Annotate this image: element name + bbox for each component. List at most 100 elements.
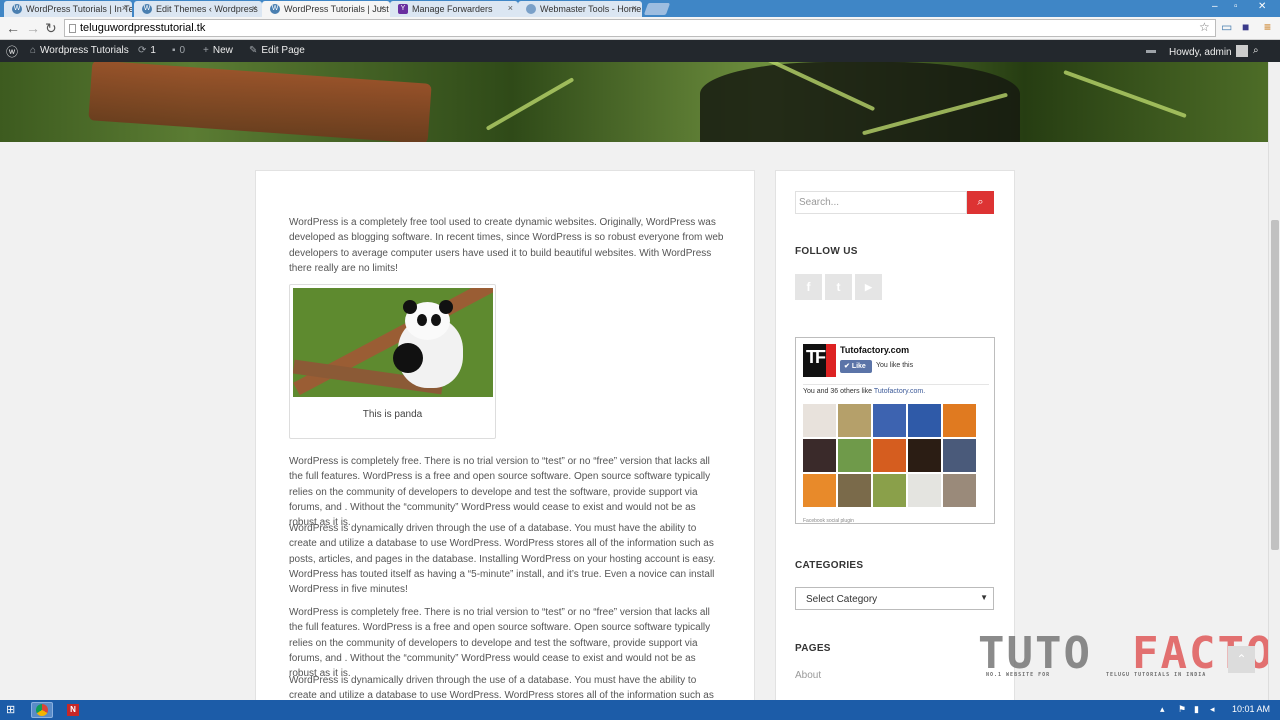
browser-tab[interactable]: W WordPress Tutorials | In Te × xyxy=(4,1,132,17)
tab-close-icon[interactable]: × xyxy=(122,3,127,13)
fb-like-button[interactable]: ✔ Like xyxy=(840,360,872,373)
tray-flag-icon[interactable]: ⚑ xyxy=(1178,704,1186,715)
updates-count: 1 xyxy=(150,45,156,56)
panda-eye xyxy=(431,314,441,326)
friend-avatar[interactable] xyxy=(943,439,976,472)
search-icon[interactable]: ⌕ xyxy=(1253,45,1259,56)
updates-link[interactable]: ⟳ 1 xyxy=(138,45,156,56)
fb-others-prefix: You and 36 others like xyxy=(803,388,874,395)
tutofactory-logo: TF xyxy=(803,344,836,377)
tab-label: Edit Themes ‹ Wordpress xyxy=(156,4,258,14)
vertical-scrollbar[interactable] xyxy=(1268,62,1280,700)
back-arrow-icon[interactable]: ← xyxy=(6,20,20,36)
category-select[interactable]: Select Category ▼ xyxy=(795,587,994,610)
windows-taskbar: ⊞ N ▴ ⚑ ▮ ◂ 10:01 AM xyxy=(0,700,1280,720)
friend-avatar[interactable] xyxy=(803,404,836,437)
tab-label: WordPress Tutorials | In Te xyxy=(26,4,132,14)
new-label: New xyxy=(212,45,233,56)
address-bar[interactable]: teluguwordpresstutorial.tk xyxy=(64,19,1216,37)
friend-avatar[interactable] xyxy=(908,404,941,437)
fb-page-name[interactable]: Tutofactory.com xyxy=(840,345,909,355)
friend-avatar[interactable] xyxy=(838,404,871,437)
facebook-icon[interactable]: f xyxy=(795,274,822,300)
yahoo-icon: Y xyxy=(398,4,408,14)
wp-admin-bar: ⓦ ⌂ Wordpress Tutorials ⟳ 1 ▪ 0 + New ✎ Edit … xyxy=(0,40,1280,62)
friend-avatar[interactable] xyxy=(838,439,871,472)
content-paragraph: WordPress is dynamically driven through … xyxy=(289,523,716,596)
scroll-to-top-button[interactable]: ⌃ xyxy=(1228,646,1255,673)
new-tab-button[interactable] xyxy=(643,3,671,15)
site-name-link[interactable]: ⌂ Wordpress Tutorials xyxy=(30,45,129,56)
tray-arrow-icon[interactable]: ▴ xyxy=(1160,704,1165,715)
tab-close-icon[interactable]: × xyxy=(632,3,637,13)
scrollbar-thumb[interactable] xyxy=(1271,220,1279,550)
search-button[interactable]: ⌕ xyxy=(967,191,994,214)
fb-like-label: Like xyxy=(851,363,866,370)
windows-start-icon[interactable]: ⊞ xyxy=(6,703,15,716)
friend-avatar[interactable] xyxy=(873,404,906,437)
fb-others-site[interactable]: Tutofactory.com. xyxy=(874,388,925,395)
search-input[interactable]: Search... xyxy=(795,191,967,214)
header-log xyxy=(88,62,432,142)
tab-close-icon[interactable]: × xyxy=(508,3,513,13)
forward-arrow-icon[interactable]: → xyxy=(26,20,40,36)
divider xyxy=(803,384,989,385)
edit-page-link[interactable]: ✎ Edit Page xyxy=(249,45,305,56)
extension-icon-2[interactable]: ■ xyxy=(1242,20,1249,34)
follow-us-title: FOLLOW US xyxy=(795,246,858,257)
search-icon: ⌕ xyxy=(977,196,984,208)
close-window-icon[interactable]: ✕ xyxy=(1258,1,1266,12)
friend-avatar[interactable] xyxy=(873,439,906,472)
friend-avatar[interactable] xyxy=(908,474,941,507)
header-image xyxy=(0,62,1280,142)
bookmark-star-icon[interactable]: ☆ xyxy=(1199,20,1210,34)
friend-avatar[interactable] xyxy=(908,439,941,472)
friend-avatar[interactable] xyxy=(943,474,976,507)
browser-tab[interactable]: Y Manage Forwarders × xyxy=(390,1,518,17)
header-leaf xyxy=(1063,69,1187,119)
browser-tab-active[interactable]: W WordPress Tutorials | Just × xyxy=(262,1,390,17)
new-content-link[interactable]: + New xyxy=(203,45,233,56)
extension-icon[interactable]: ▭ xyxy=(1221,20,1232,34)
chrome-icon xyxy=(36,704,48,716)
friend-avatar[interactable] xyxy=(873,474,906,507)
friend-avatar[interactable] xyxy=(838,474,871,507)
notification-icon[interactable]: ▬ xyxy=(1146,45,1156,56)
minimize-icon[interactable]: – xyxy=(1212,1,1218,12)
wordpress-icon: W xyxy=(270,4,280,14)
content-paragraph: WordPress is completely free. There is n… xyxy=(289,607,711,680)
content-paragraph: WordPress is completely free. There is n… xyxy=(289,456,711,529)
pages-title: PAGES xyxy=(795,643,831,654)
plus-icon: + xyxy=(203,45,209,56)
menu-icon[interactable]: ≡ xyxy=(1264,20,1271,34)
friend-avatar[interactable] xyxy=(803,474,836,507)
panda-image xyxy=(293,288,493,397)
youtube-icon[interactable]: ▶ xyxy=(855,274,882,300)
site-name: Wordpress Tutorials xyxy=(40,45,129,56)
wordpress-logo-icon[interactable]: ⓦ xyxy=(6,43,18,60)
app-taskbar-icon[interactable]: N xyxy=(62,702,84,718)
chrome-taskbar-icon[interactable] xyxy=(31,702,53,718)
fb-others-text: You and 36 others like Tutofactory.com. xyxy=(803,388,925,395)
restore-icon[interactable]: ▫ xyxy=(1234,1,1238,12)
comments-link[interactable]: ▪ 0 xyxy=(172,45,185,56)
browser-tab[interactable]: W Edit Themes ‹ Wordpress × xyxy=(134,1,262,17)
account-menu[interactable]: Howdy, admin xyxy=(1169,45,1248,58)
friend-avatar[interactable] xyxy=(803,439,836,472)
friend-avatar[interactable] xyxy=(943,404,976,437)
tab-close-icon[interactable]: × xyxy=(252,3,257,13)
browser-tab[interactable]: Webmaster Tools - Home × xyxy=(518,1,642,17)
tab-close-icon[interactable]: × xyxy=(380,3,385,13)
chevron-down-icon: ▼ xyxy=(980,593,988,602)
tray-network-icon[interactable]: ▮ xyxy=(1194,704,1199,715)
fb-plugin-footer: Facebook social plugin xyxy=(803,518,854,524)
reload-icon[interactable]: ↻ xyxy=(45,20,57,37)
page-link-about[interactable]: About xyxy=(795,670,821,681)
image-figure: This is panda xyxy=(289,284,496,439)
twitter-icon[interactable]: t xyxy=(825,274,852,300)
main-content: WordPress is a completely free tool used… xyxy=(255,170,755,720)
wordpress-icon: W xyxy=(12,4,22,14)
browser-toolbar: ← → ↻ teluguwordpresstutorial.tk ☆ ▭ ■ ≡ xyxy=(0,17,1280,40)
image-caption: This is panda xyxy=(362,409,423,420)
tray-volume-icon[interactable]: ◂ xyxy=(1210,704,1215,715)
